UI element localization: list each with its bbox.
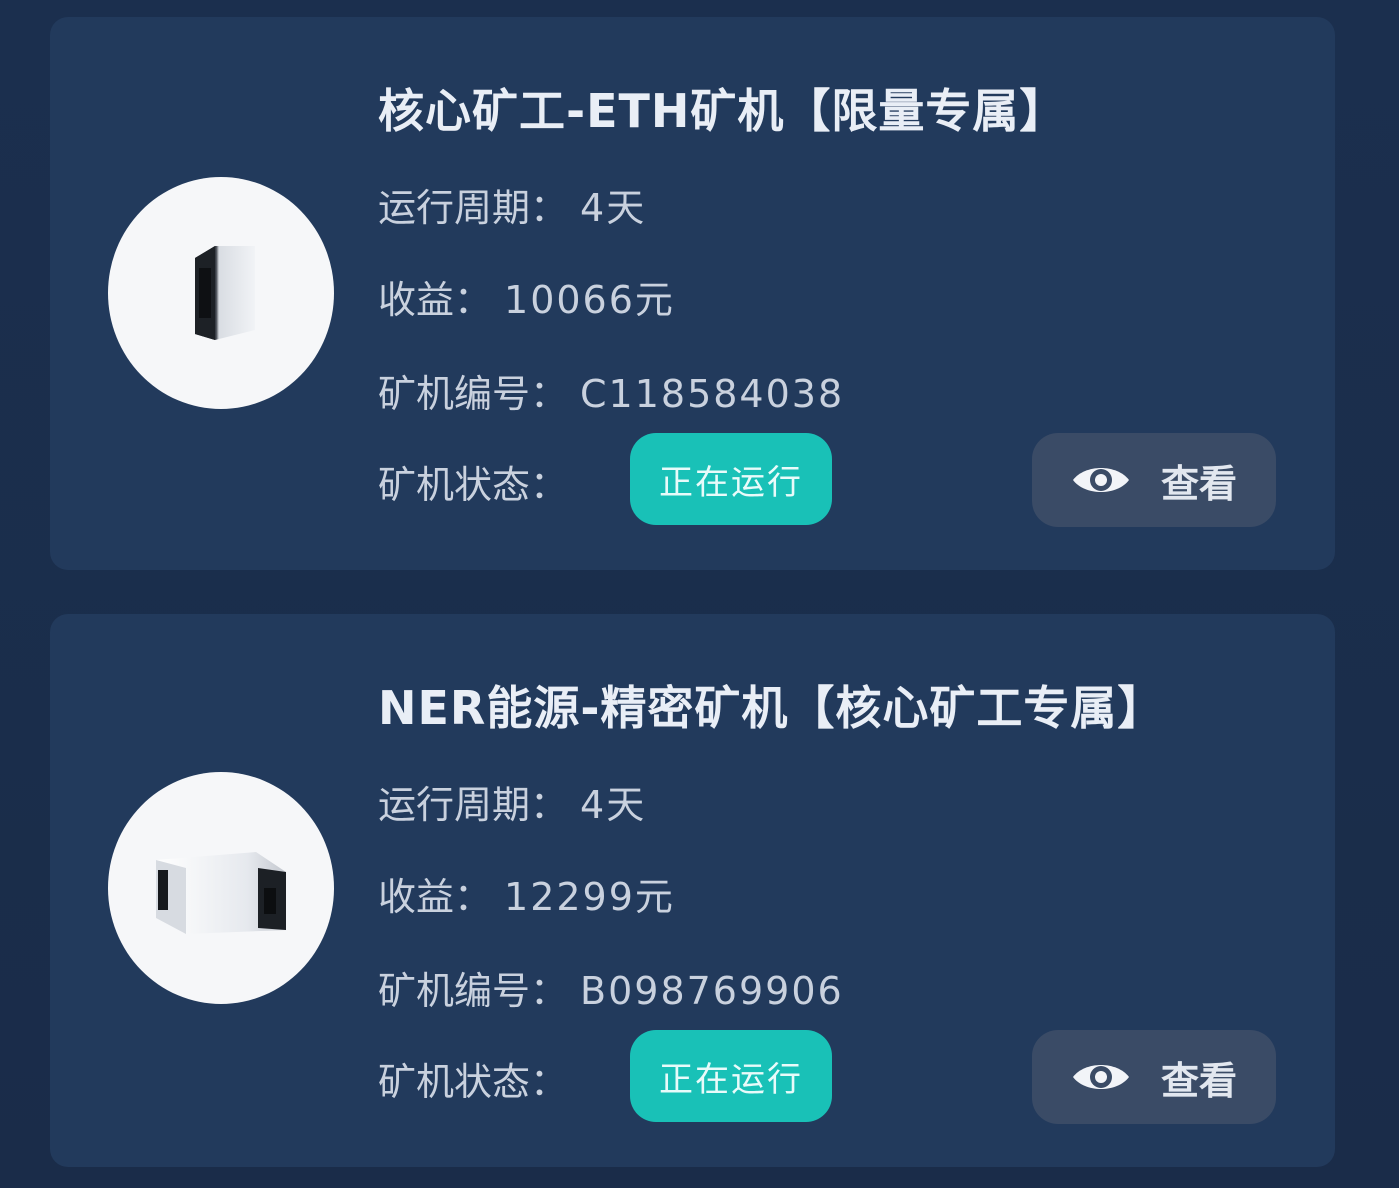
period-value: 4天: [580, 186, 647, 230]
machine-id-row: 矿机编号： B098769906: [378, 960, 844, 1015]
period-label: 运行周期：: [378, 186, 569, 230]
miner-image: [108, 772, 334, 1004]
status-row: 矿机状态：: [378, 1051, 568, 1106]
status-badge: 正在运行: [630, 1030, 832, 1122]
view-button-label: 查看: [1160, 461, 1237, 506]
miner-card: 核心矿工-ETH矿机【限量专属】 运行周期： 4天 收益： 10066元 矿机编号：…: [50, 17, 1335, 570]
period-value: 4天: [580, 783, 647, 827]
income-row: 收益： 12299元: [378, 866, 675, 921]
miner-image: [108, 177, 334, 409]
view-button-label: 查看: [1160, 1058, 1237, 1103]
machine-id-label: 矿机编号：: [378, 969, 569, 1013]
income-value: 10066元: [504, 278, 675, 322]
income-row: 收益： 10066元: [378, 269, 675, 324]
eye-icon: [1072, 1065, 1129, 1089]
mining-machine-icon: [156, 852, 286, 934]
view-button[interactable]: 查看: [1032, 433, 1276, 527]
machine-id-label: 矿机编号：: [378, 372, 569, 416]
miner-list-page: 核心矿工-ETH矿机【限量专属】 运行周期： 4天 收益： 10066元 矿机编号：…: [0, 0, 1399, 1188]
period-label: 运行周期：: [378, 783, 569, 827]
status-row: 矿机状态：: [378, 454, 568, 509]
income-value: 12299元: [504, 875, 675, 919]
income-label: 收益：: [378, 278, 493, 322]
miner-title: 核心矿工-ETH矿机【限量专属】: [378, 84, 1067, 138]
miner-card: NER能源-精密矿机【核心矿工专属】 运行周期： 4天 收益： 12299元 矿机编…: [50, 614, 1335, 1167]
machine-id-value: C118584038: [580, 372, 845, 416]
miner-title: NER能源-精密矿机【核心矿工专属】: [378, 681, 1165, 735]
view-button[interactable]: 查看: [1032, 1030, 1276, 1124]
income-label: 收益：: [378, 875, 493, 919]
status-label: 矿机状态：: [378, 1060, 569, 1104]
machine-id-row: 矿机编号： C118584038: [378, 363, 844, 418]
mining-machine-icon: [195, 246, 255, 340]
eye-icon: [1072, 468, 1129, 492]
period-row: 运行周期： 4天: [378, 774, 646, 829]
status-badge: 正在运行: [630, 433, 832, 525]
status-label: 矿机状态：: [378, 463, 569, 507]
machine-id-value: B098769906: [580, 969, 844, 1013]
period-row: 运行周期： 4天: [378, 177, 646, 232]
